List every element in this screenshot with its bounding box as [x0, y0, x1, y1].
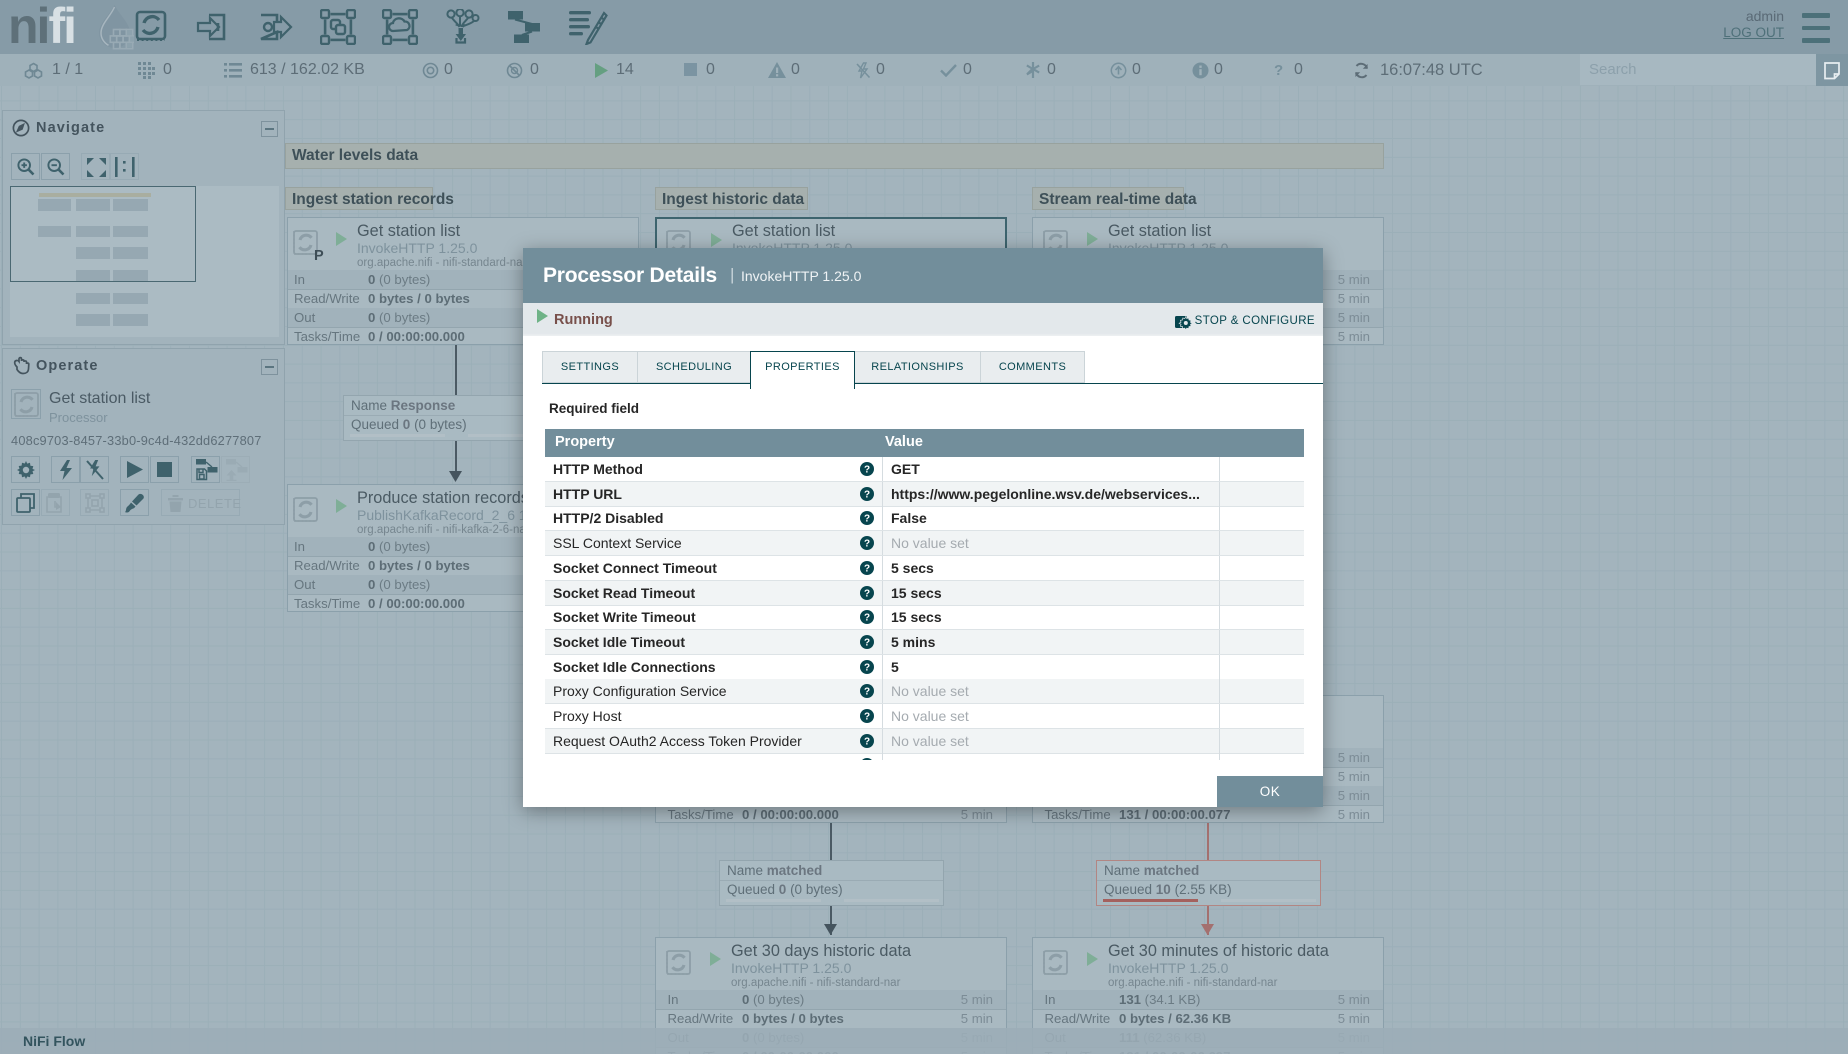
svg-text:?: ?	[864, 563, 870, 574]
svg-text:?: ?	[864, 588, 870, 599]
svg-text:?: ?	[864, 514, 870, 525]
svg-text:?: ?	[864, 736, 870, 747]
svg-text:?: ?	[864, 662, 870, 673]
svg-text:?: ?	[864, 637, 870, 648]
svg-text:?: ?	[864, 539, 870, 550]
svg-text:?: ?	[864, 489, 870, 500]
svg-text:?: ?	[864, 712, 870, 723]
svg-text:?: ?	[864, 613, 870, 624]
svg-text:?: ?	[864, 687, 870, 698]
svg-text:?: ?	[864, 465, 870, 476]
